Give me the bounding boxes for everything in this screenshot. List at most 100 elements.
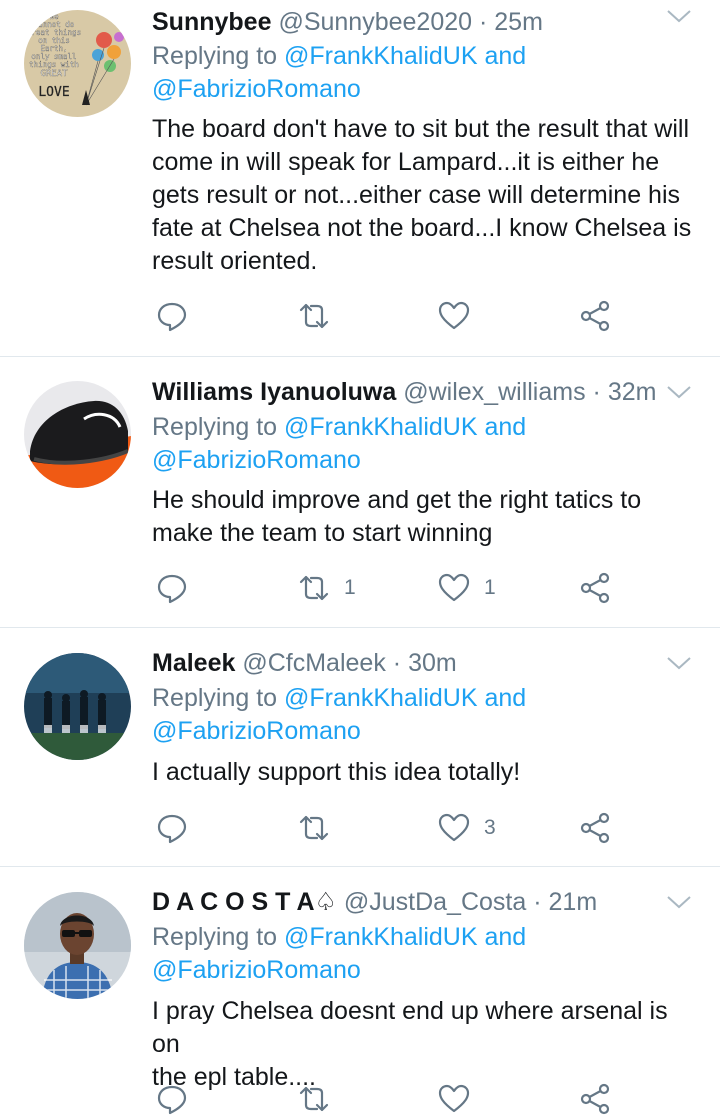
- retweet-icon: [299, 815, 329, 841]
- tweet-text-line: result oriented.: [152, 247, 318, 275]
- tweet-text-line: make the team to start winning: [152, 519, 493, 547]
- mention-link[interactable]: @FabrizioRomano: [152, 444, 526, 477]
- mention-link[interactable]: @FabrizioRomano: [152, 73, 526, 106]
- chevron-down-icon[interactable]: [666, 653, 692, 673]
- retweet-button[interactable]: 1: [298, 568, 356, 608]
- chevron-down-icon[interactable]: [666, 892, 692, 912]
- chevron-down-icon[interactable]: [666, 382, 692, 402]
- retweet-icon: [299, 575, 329, 601]
- like-button[interactable]: [438, 296, 470, 336]
- avatar-image: [24, 892, 131, 999]
- reply-bubble-icon: [157, 574, 187, 604]
- tweet-text-line: He should improve and get the right tati…: [152, 486, 642, 514]
- retweet-icon: [299, 1086, 329, 1112]
- avatar-image: [24, 653, 131, 760]
- user-handle[interactable]: @wilex_williams: [403, 378, 585, 406]
- user-handle[interactable]: @CfcMaleek: [242, 649, 385, 677]
- tweet-4[interactable]: D A C O S T A♤ @JustDa_Costa · 21m Reply…: [0, 867, 720, 1115]
- replying-to: Replying to @FrankKhalidUK and @Fabrizio…: [152, 682, 526, 748]
- reply-button[interactable]: [156, 808, 188, 848]
- separator-dot: ·: [533, 888, 542, 916]
- display-name[interactable]: Maleek: [152, 649, 235, 677]
- avatar-text-8: GREAT: [40, 69, 68, 79]
- like-button[interactable]: [438, 1079, 470, 1119]
- display-name[interactable]: Sunnybee: [152, 8, 271, 36]
- like-button[interactable]: 1: [438, 568, 496, 608]
- name-emoji: ♤: [314, 888, 337, 916]
- tweet-1[interactable]: We cannot do great things on this Earth,…: [0, 0, 720, 356]
- timestamp[interactable]: 32m: [608, 378, 657, 406]
- replying-to: Replying to @FrankKhalidUK and @Fabrizio…: [152, 411, 526, 477]
- replying-prefix: Replying to: [152, 684, 278, 712]
- display-name[interactable]: Williams Iyanuoluwa: [152, 378, 396, 406]
- tweet-text-line: I actually support this idea totally!: [152, 758, 521, 786]
- tweet-text-line: The board don't have to sit but the resu…: [152, 115, 690, 143]
- retweet-button[interactable]: [298, 808, 330, 848]
- tweet-header: Maleek @CfcMaleek · 30m: [152, 645, 457, 681]
- replying-prefix: Replying to: [152, 413, 278, 441]
- user-handle[interactable]: @JustDa_Costa: [344, 888, 526, 916]
- tweet-text: He should improve and get the right tati…: [152, 484, 700, 550]
- timestamp[interactable]: 25m: [494, 8, 543, 36]
- avatar-dacosta[interactable]: [24, 892, 131, 999]
- tweet-header: Sunnybee @Sunnybee2020 · 25m: [152, 4, 543, 40]
- share-icon: [580, 1083, 610, 1115]
- mention-link[interactable]: @FrankKhalidUK and: [284, 42, 526, 70]
- share-button[interactable]: [579, 1079, 611, 1119]
- tweet-text: The board don't have to sit but the resu…: [152, 113, 700, 278]
- heart-icon: [438, 573, 470, 602]
- like-count: 1: [484, 576, 496, 599]
- share-button[interactable]: [579, 808, 611, 848]
- heart-icon: [438, 1084, 470, 1113]
- reply-button[interactable]: [156, 1079, 188, 1119]
- reply-bubble-icon: [157, 302, 187, 332]
- heart-icon: [438, 301, 470, 330]
- mention-link[interactable]: @FrankKhalidUK and: [284, 923, 526, 951]
- chevron-down-icon[interactable]: [666, 6, 692, 26]
- share-button[interactable]: [579, 568, 611, 608]
- replying-prefix: Replying to: [152, 42, 278, 70]
- timestamp[interactable]: 21m: [549, 888, 598, 916]
- share-icon: [580, 572, 610, 604]
- tweet-text-line: I pray Chelsea doesnt end up where arsen…: [152, 997, 668, 1058]
- share-button[interactable]: [579, 296, 611, 336]
- tweet-text: I actually support this idea totally!: [152, 756, 700, 789]
- share-icon: [580, 812, 610, 844]
- retweet-count: 1: [344, 576, 356, 599]
- avatar-image: We cannot do great things on this Earth,…: [24, 10, 131, 117]
- tweet-2[interactable]: Williams Iyanuoluwa @wilex_williams · 32…: [0, 357, 720, 627]
- heart-icon: [438, 813, 470, 842]
- reply-button[interactable]: [156, 296, 188, 336]
- share-icon: [580, 300, 610, 332]
- display-name[interactable]: D A C O S T A: [152, 888, 315, 916]
- mention-link[interactable]: @FabrizioRomano: [152, 954, 526, 987]
- reply-button[interactable]: [156, 568, 188, 608]
- tweet-actions: 1 1: [0, 568, 720, 608]
- retweet-button[interactable]: [298, 1079, 330, 1119]
- user-handle[interactable]: @Sunnybee2020: [278, 8, 472, 36]
- tweet-header: Williams Iyanuoluwa @wilex_williams · 32…: [152, 374, 656, 410]
- retweet-button[interactable]: [298, 296, 330, 336]
- timestamp[interactable]: 30m: [408, 649, 457, 677]
- avatar-text-7: things with: [29, 60, 79, 69]
- avatar-maleek[interactable]: [24, 653, 131, 760]
- tweet-actions: 3: [0, 808, 720, 848]
- avatar-text-9: LOVE: [38, 85, 69, 100]
- mention-link[interactable]: @FabrizioRomano: [152, 715, 526, 748]
- like-count: 3: [484, 816, 496, 839]
- avatar-wilex[interactable]: [24, 381, 131, 488]
- like-button[interactable]: 3: [438, 808, 496, 848]
- tweet-actions: [0, 1079, 720, 1119]
- separator-dot: ·: [392, 649, 402, 677]
- separator-dot: ·: [478, 8, 488, 36]
- reply-bubble-icon: [157, 814, 187, 844]
- tweet-text-line: come in will speak for Lampard...it is e…: [152, 148, 660, 176]
- mention-link[interactable]: @FrankKhalidUK and: [284, 684, 526, 712]
- replying-to: Replying to @FrankKhalidUK and @Fabrizio…: [152, 921, 526, 987]
- avatar-image: [24, 381, 131, 488]
- tweet-text-line: gets result or not...either case will de…: [152, 181, 681, 209]
- tweet-3[interactable]: Maleek @CfcMaleek · 30m Replying to @Fra…: [0, 628, 720, 866]
- replying-to: Replying to @FrankKhalidUK and @Fabrizio…: [152, 40, 526, 106]
- avatar-sunnybee[interactable]: We cannot do great things on this Earth,…: [24, 10, 131, 117]
- mention-link[interactable]: @FrankKhalidUK and: [284, 413, 526, 441]
